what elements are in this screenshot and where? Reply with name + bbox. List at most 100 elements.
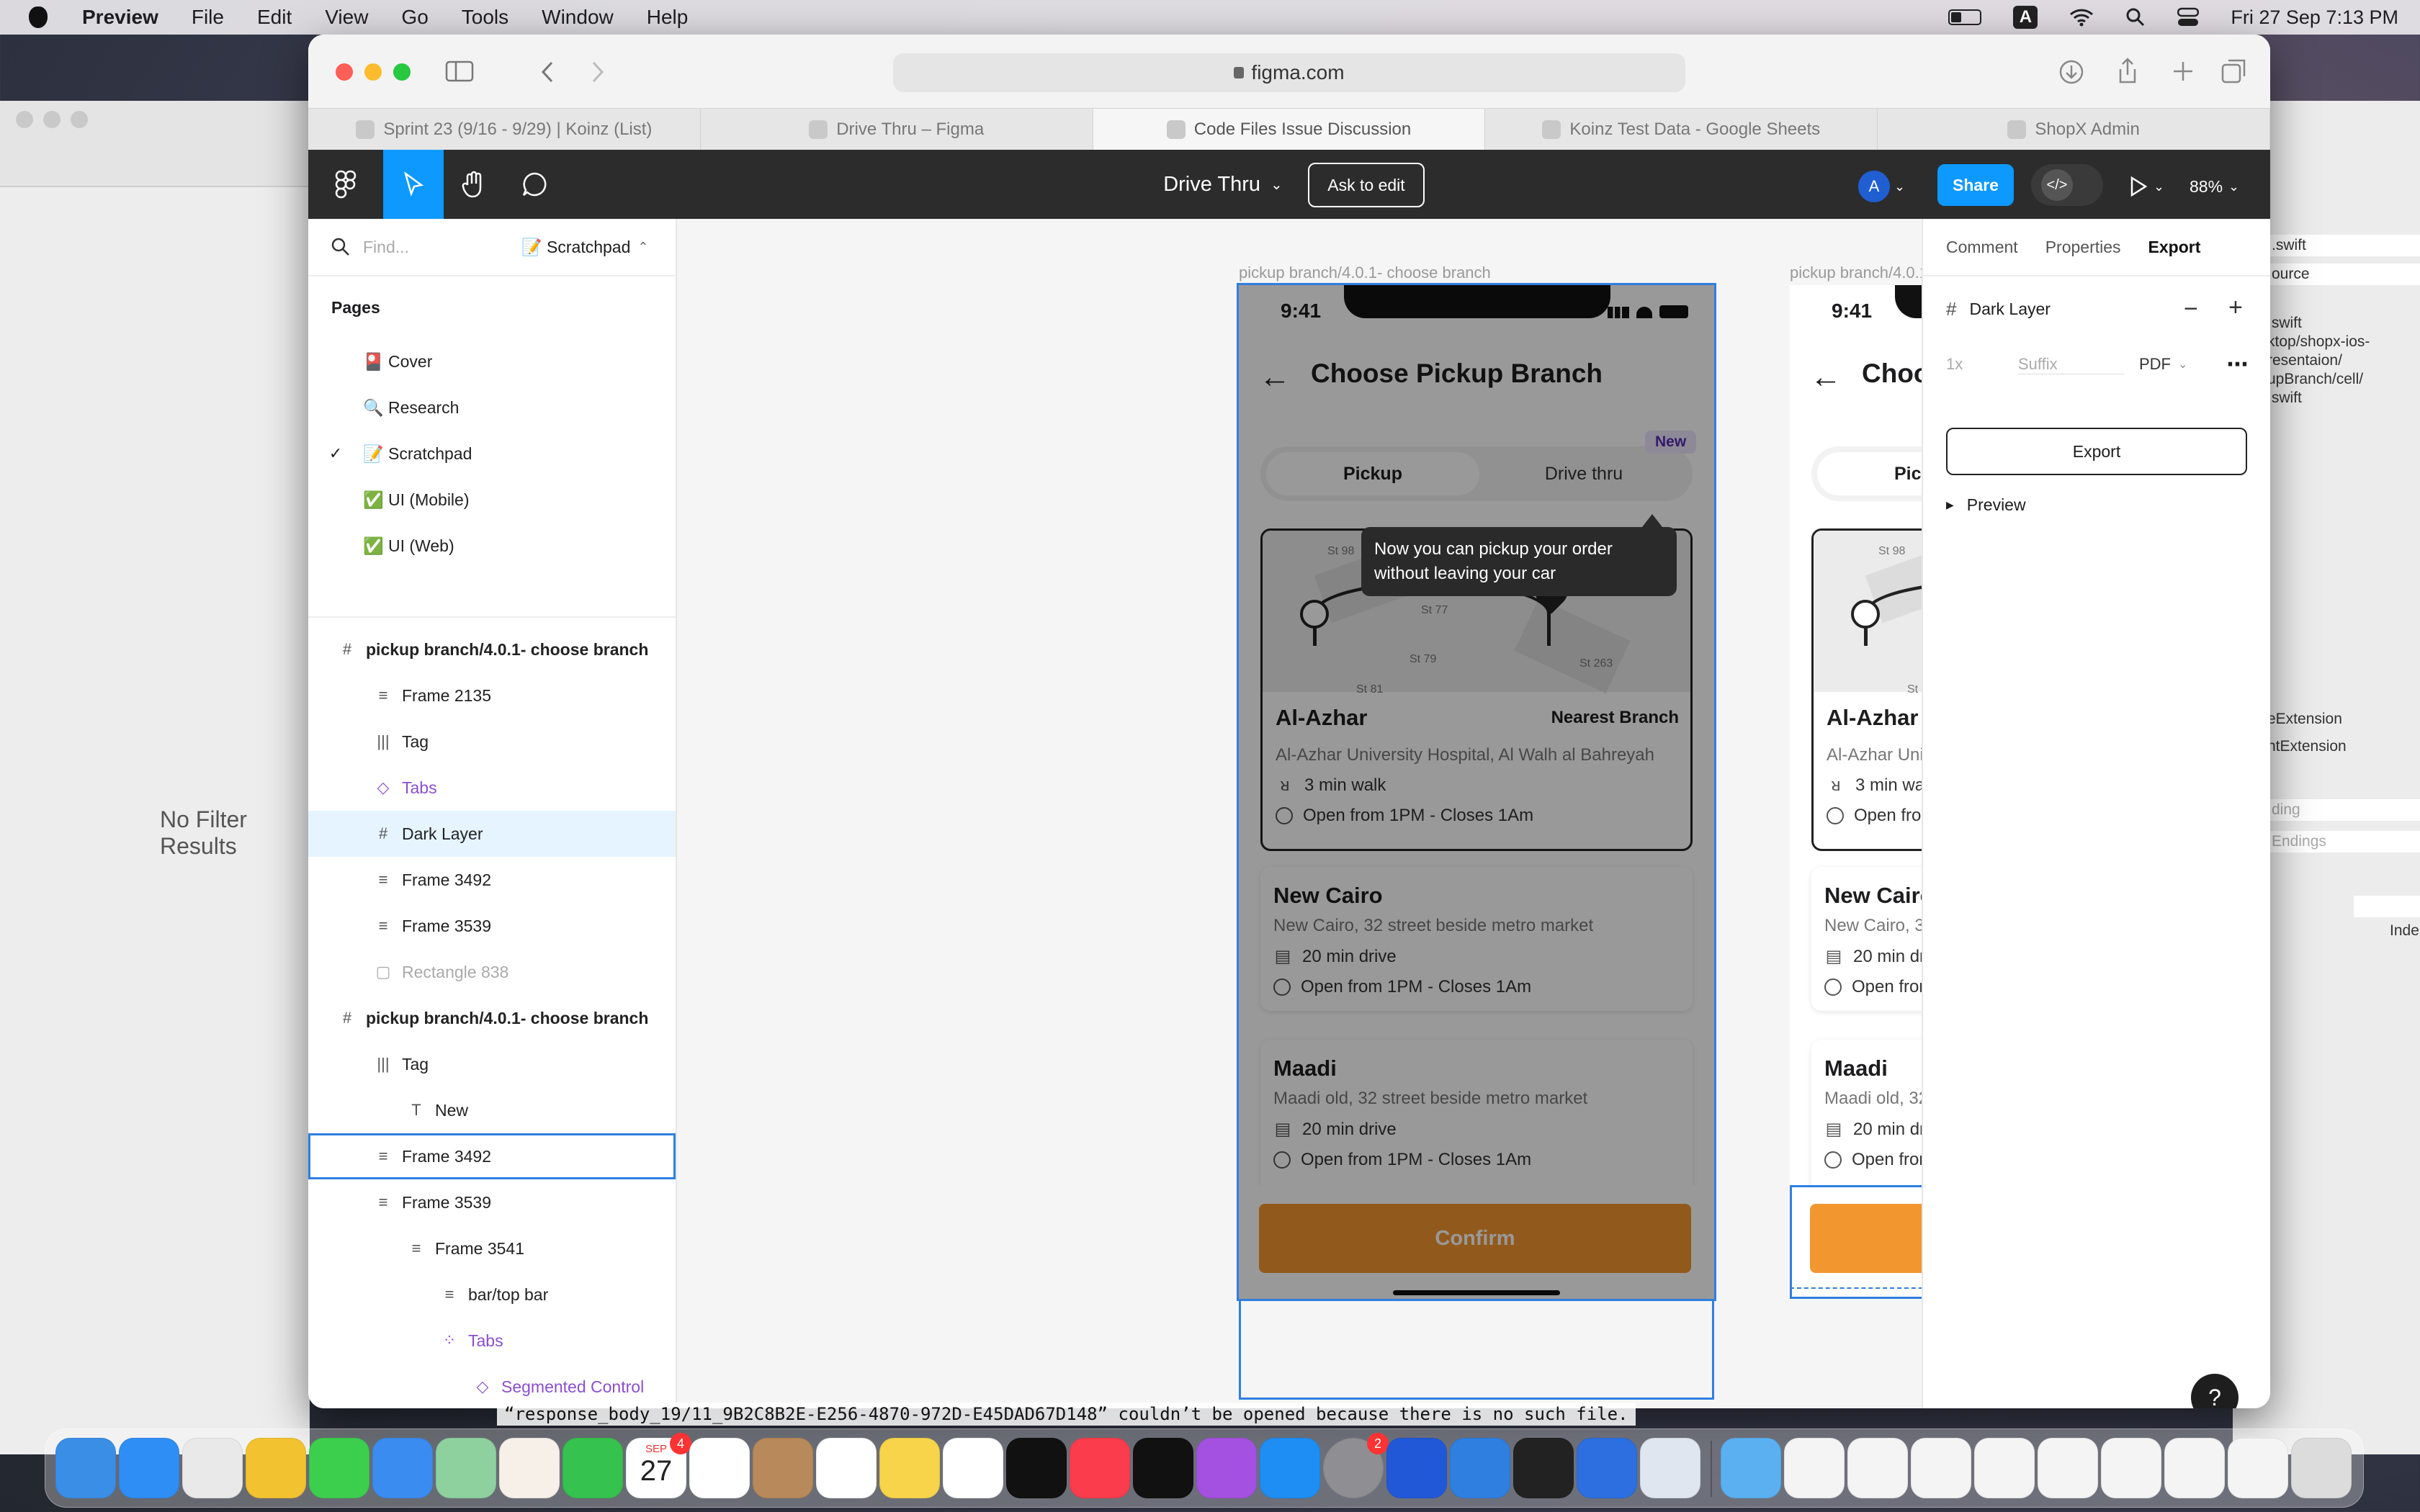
menu-edit[interactable]: Edit xyxy=(257,6,292,29)
figma-menu-button[interactable] xyxy=(308,150,383,219)
layer-row[interactable]: ≡ Frame 3541 xyxy=(308,1225,676,1272)
tab-figma[interactable]: Drive Thru – Figma xyxy=(701,109,1093,150)
layer-row[interactable]: ▢ Rectangle 838 xyxy=(308,949,676,995)
close-dot[interactable] xyxy=(16,111,33,128)
preview-toggle[interactable]: ▶ Preview xyxy=(1946,495,2026,515)
layer-row[interactable]: ≡ Frame 3539 xyxy=(308,1179,676,1225)
tab-comment[interactable]: Comment xyxy=(1946,238,2018,257)
menu-go[interactable]: Go xyxy=(401,6,428,29)
facetime-icon[interactable] xyxy=(563,1438,623,1498)
scale-input[interactable]: 1x xyxy=(1946,355,2018,374)
chrome-icon[interactable] xyxy=(246,1438,306,1498)
calendar-icon[interactable]: SEP 27 4 xyxy=(626,1433,691,1498)
ask-to-edit-button[interactable]: Ask to edit xyxy=(1308,163,1425,207)
new-tab-icon[interactable] xyxy=(2172,60,2194,82)
layer-row[interactable]: ≡ Frame 3492 xyxy=(308,857,676,903)
contacts-icon[interactable] xyxy=(753,1438,813,1498)
activity-icon[interactable] xyxy=(1133,1438,1193,1498)
dev-mode-toggle[interactable]: </> xyxy=(2031,164,2103,206)
present-button[interactable]: ⌄ xyxy=(2129,168,2182,204)
xcode-icon[interactable] xyxy=(1450,1438,1510,1498)
tab-shopx[interactable]: ShopX Admin xyxy=(1878,109,2270,150)
window-thumb-icon[interactable] xyxy=(1784,1438,1845,1498)
close-button[interactable] xyxy=(336,63,353,81)
move-tool[interactable] xyxy=(383,150,444,219)
layer-row[interactable]: ||| Tag xyxy=(308,719,676,765)
menu-file[interactable]: File xyxy=(192,6,224,29)
finder-icon[interactable] xyxy=(55,1438,116,1498)
add-export-icon[interactable]: + xyxy=(2228,294,2243,322)
back-arrow-icon[interactable]: ← xyxy=(1810,361,1842,393)
download-icon[interactable] xyxy=(2058,59,2084,85)
menu-tools[interactable]: Tools xyxy=(462,6,508,29)
forward-icon[interactable] xyxy=(589,60,606,84)
inspector-text[interactable]: Endings xyxy=(2267,831,2420,852)
apple-icon[interactable] xyxy=(29,6,48,28)
menu-window[interactable]: Window xyxy=(542,6,614,29)
remove-export-icon[interactable]: − xyxy=(2184,295,2198,323)
slack-icon[interactable] xyxy=(689,1438,750,1498)
suffix-input[interactable]: Suffix xyxy=(2018,355,2125,374)
help-button[interactable]: ? xyxy=(2191,1374,2238,1408)
minimize-button[interactable] xyxy=(364,63,382,81)
window-thumb-icon[interactable] xyxy=(2164,1438,2225,1498)
spotlight-icon[interactable] xyxy=(2125,7,2146,27)
layer-row[interactable]: ◇ Tabs xyxy=(308,765,676,811)
layer-row[interactable]: ◇ Segmented Control xyxy=(308,1364,676,1408)
control-center-icon[interactable] xyxy=(2177,7,2200,27)
podcasts-icon[interactable] xyxy=(1196,1438,1257,1498)
page-selector[interactable]: 📝 Scratchpad xyxy=(521,238,630,257)
tab-overview-icon[interactable] xyxy=(2221,59,2247,84)
export-button[interactable]: Export xyxy=(1946,428,2247,475)
page-item[interactable]: ✓ 📝 Scratchpad xyxy=(308,431,676,477)
zoom-dot[interactable] xyxy=(71,111,88,128)
clock[interactable]: Fri 27 Sep 7:13 PM xyxy=(2231,6,2398,29)
share-button[interactable]: Share xyxy=(1937,164,2014,206)
more-options-icon[interactable]: ⋯ xyxy=(2226,352,2249,377)
inspector-text[interactable]: ding xyxy=(2267,799,2420,821)
phone-frame[interactable]: pickup branch/4.0.1- choose branch 9:41 ← C… xyxy=(1237,264,1716,1400)
proxyman-icon[interactable] xyxy=(1386,1438,1447,1498)
minimize-dot[interactable] xyxy=(43,111,60,128)
battery-icon[interactable] xyxy=(1948,9,1982,25)
trash-icon[interactable] xyxy=(2291,1438,2352,1498)
page-item[interactable]: ✅ UI (Mobile) xyxy=(308,477,676,523)
page-item[interactable]: ✅ UI (Web) xyxy=(308,523,676,569)
music-icon[interactable] xyxy=(1070,1438,1130,1498)
tab-code-files[interactable]: Code Files Issue Discussion xyxy=(1093,109,1486,150)
safari-icon[interactable] xyxy=(119,1438,179,1498)
avatar-menu[interactable]: A ⌄ xyxy=(1858,168,1912,204)
layer-row[interactable]: ⁘ Tabs xyxy=(308,1318,676,1364)
comment-tool[interactable] xyxy=(504,150,565,219)
zoom-menu[interactable]: 88% ⌄ xyxy=(2190,168,2259,204)
messages-icon[interactable] xyxy=(309,1438,369,1498)
simulator-icon[interactable] xyxy=(1577,1438,1637,1498)
layer-row[interactable]: ≡ Frame 3492 xyxy=(308,1133,676,1179)
inspector-text[interactable]: ource xyxy=(2267,264,2420,285)
window-thumb-icon[interactable] xyxy=(2228,1438,2288,1498)
window-thumb-icon[interactable] xyxy=(1847,1438,1908,1498)
layer-row[interactable]: ≡ Frame 2135 xyxy=(308,672,676,719)
tab-export[interactable]: Export xyxy=(2148,238,2201,257)
preview-icon[interactable] xyxy=(1640,1438,1700,1498)
sidebar-icon[interactable] xyxy=(445,60,474,82)
page-item[interactable]: 🎴 Cover xyxy=(308,338,676,384)
window-thumb-icon[interactable] xyxy=(1974,1438,2035,1498)
layer-row[interactable]: ≡ bar/top bar xyxy=(308,1272,676,1318)
canvas[interactable]: pickup branch/4.0.1- choose branch 9:41 ← C… xyxy=(677,219,2231,1408)
page-item[interactable]: 🔍 Research xyxy=(308,384,676,431)
notes-icon[interactable] xyxy=(879,1438,940,1498)
layer-row[interactable]: # Dark Layer xyxy=(308,811,676,857)
hand-tool[interactable] xyxy=(444,150,504,219)
system-settings-icon[interactable]: 2 xyxy=(1323,1433,1389,1498)
file-name-menu[interactable]: Drive Thru ⌄ xyxy=(1151,150,1295,219)
mail-icon[interactable] xyxy=(372,1438,433,1498)
tab-sheets[interactable]: Koinz Test Data - Google Sheets xyxy=(1485,109,1878,150)
wifi-icon[interactable] xyxy=(2069,8,2094,27)
fullscreen-button[interactable] xyxy=(393,63,411,81)
format-select[interactable]: PDF xyxy=(2139,355,2171,374)
search-input[interactable]: Find... xyxy=(363,238,507,257)
app-menu[interactable]: Preview xyxy=(82,6,158,29)
window-thumb-icon[interactable] xyxy=(1911,1438,1971,1498)
maps-icon[interactable] xyxy=(436,1438,496,1498)
